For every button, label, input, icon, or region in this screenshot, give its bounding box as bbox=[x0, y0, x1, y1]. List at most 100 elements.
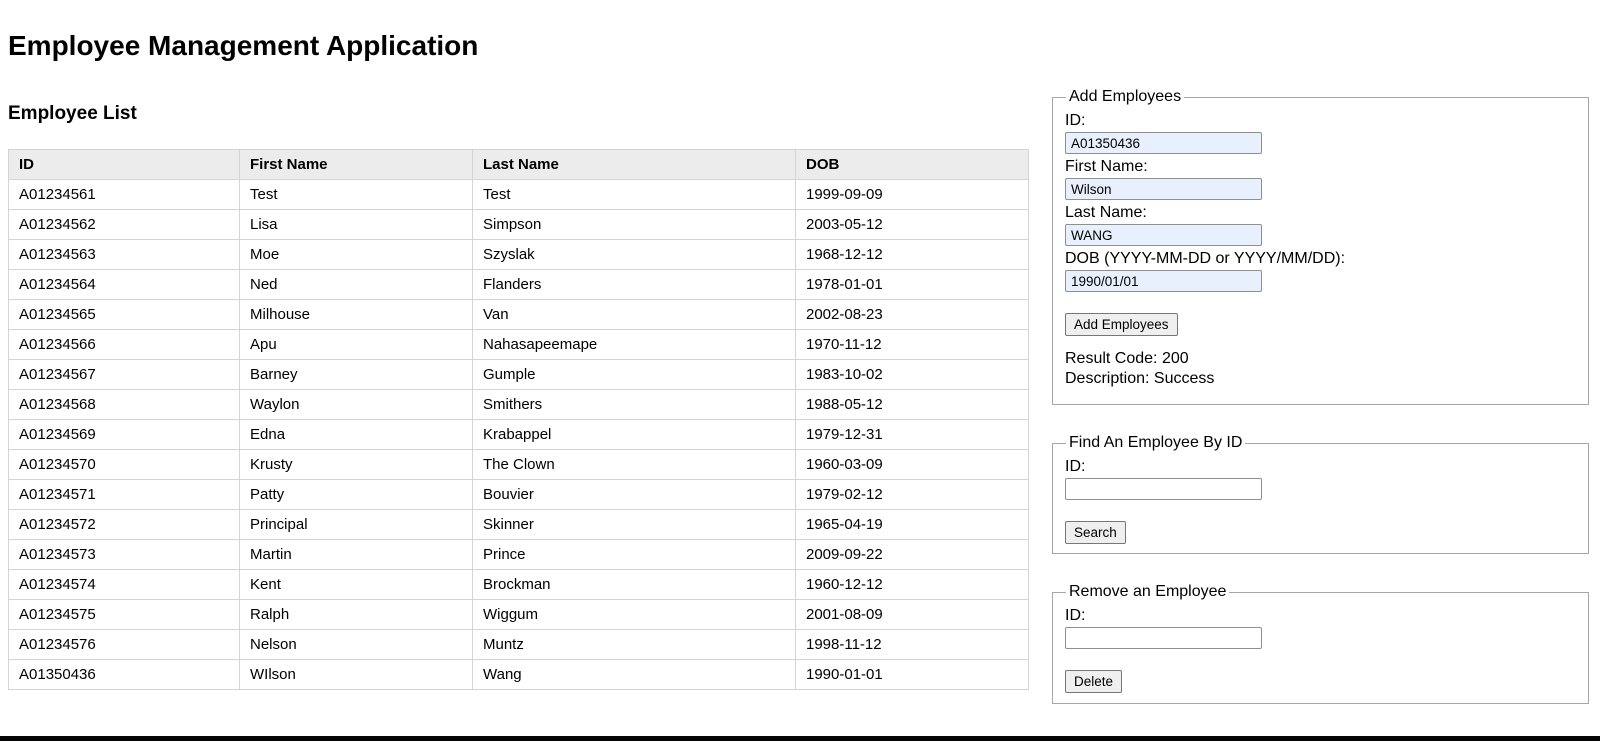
cell-last-name: Test bbox=[472, 179, 796, 210]
add-last-name-label: Last Name: bbox=[1065, 204, 1147, 221]
cell-last-name: Brockman bbox=[472, 569, 796, 600]
result-code-text: Result Code: 200 bbox=[1065, 350, 1189, 367]
table-row: A01234574 Kent Brockman 1960-12-12 bbox=[8, 569, 1029, 600]
add-employees-legend: Add Employees bbox=[1069, 88, 1182, 105]
add-employees-button[interactable]: Add Employees bbox=[1065, 313, 1178, 336]
cell-dob: 1979-02-12 bbox=[795, 479, 1029, 510]
find-id-label: ID: bbox=[1065, 458, 1086, 475]
employee-table-body: A01234561 Test Test 1999-09-09 A01234562… bbox=[8, 179, 1029, 690]
page: Employee Management Application Employee… bbox=[0, 0, 1600, 751]
cell-dob: 1960-12-12 bbox=[795, 569, 1029, 600]
cell-last-name: Simpson bbox=[472, 209, 796, 240]
cell-id: A01234568 bbox=[8, 389, 240, 420]
add-id-input[interactable] bbox=[1065, 132, 1262, 154]
cell-last-name: Van bbox=[472, 299, 796, 330]
cell-first-name: Martin bbox=[239, 539, 473, 570]
cell-dob: 1970-11-12 bbox=[795, 329, 1029, 360]
add-id-label: ID: bbox=[1065, 112, 1086, 129]
table-row: A01234573 Martin Prince 2009-09-22 bbox=[8, 539, 1029, 570]
find-employee-panel: Find An Employee By ID ID: Search bbox=[1052, 434, 1589, 554]
remove-employee-legend: Remove an Employee bbox=[1069, 583, 1227, 600]
cell-dob: 1999-09-09 bbox=[795, 179, 1029, 210]
table-row: A01234570 Krusty The Clown 1960-03-09 bbox=[8, 449, 1029, 480]
cell-first-name: Lisa bbox=[239, 209, 473, 240]
table-row: A01234571 Patty Bouvier 1979-02-12 bbox=[8, 479, 1029, 510]
cell-id: A01234567 bbox=[8, 359, 240, 390]
cell-id: A01234571 bbox=[8, 479, 240, 510]
find-button-row: Search bbox=[1065, 521, 1576, 544]
cell-id: A01234573 bbox=[8, 539, 240, 570]
employee-table: ID First Name Last Name DOB A01234561 Te… bbox=[8, 149, 1029, 690]
table-header-row: ID First Name Last Name DOB bbox=[8, 149, 1029, 180]
table-row: A01234576 Nelson Muntz 1998-11-12 bbox=[8, 629, 1029, 660]
add-employees-panel: Add Employees ID: First Name: Last Name:… bbox=[1052, 88, 1589, 405]
cell-last-name: Szyslak bbox=[472, 239, 796, 270]
cell-first-name: Milhouse bbox=[239, 299, 473, 330]
cell-first-name: Test bbox=[239, 179, 473, 210]
page-title: Employee Management Application bbox=[8, 30, 479, 61]
side-panels: Add Employees ID: First Name: Last Name:… bbox=[1052, 88, 1589, 733]
cell-first-name: Nelson bbox=[239, 629, 473, 660]
cell-dob: 1978-01-01 bbox=[795, 269, 1029, 300]
cell-last-name: Bouvier bbox=[472, 479, 796, 510]
bottom-border-bar bbox=[0, 736, 1600, 741]
table-row: A01234575 Ralph Wiggum 2001-08-09 bbox=[8, 599, 1029, 630]
cell-first-name: Ned bbox=[239, 269, 473, 300]
add-last-name-input[interactable] bbox=[1065, 224, 1262, 246]
cell-first-name: Moe bbox=[239, 239, 473, 270]
cell-first-name: Principal bbox=[239, 509, 473, 540]
table-row: A01350436 WIlson Wang 1990-01-01 bbox=[8, 659, 1029, 690]
table-row: A01234565 Milhouse Van 2002-08-23 bbox=[8, 299, 1029, 330]
cell-first-name: Waylon bbox=[239, 389, 473, 420]
find-id-input[interactable] bbox=[1065, 478, 1262, 500]
cell-id: A01350436 bbox=[8, 659, 240, 690]
table-row: A01234564 Ned Flanders 1978-01-01 bbox=[8, 269, 1029, 300]
cell-dob: 2003-05-12 bbox=[795, 209, 1029, 240]
remove-id-input[interactable] bbox=[1065, 627, 1262, 649]
cell-dob: 1990-01-01 bbox=[795, 659, 1029, 690]
cell-dob: 1983-10-02 bbox=[795, 359, 1029, 390]
cell-id: A01234563 bbox=[8, 239, 240, 270]
search-button[interactable]: Search bbox=[1065, 521, 1126, 544]
cell-id: A01234569 bbox=[8, 419, 240, 450]
cell-first-name: Kent bbox=[239, 569, 473, 600]
cell-dob: 1960-03-09 bbox=[795, 449, 1029, 480]
column-header-last-name: Last Name bbox=[472, 149, 796, 180]
cell-id: A01234575 bbox=[8, 599, 240, 630]
table-row: A01234572 Principal Skinner 1965-04-19 bbox=[8, 509, 1029, 540]
delete-button[interactable]: Delete bbox=[1065, 670, 1123, 693]
cell-first-name: Ralph bbox=[239, 599, 473, 630]
cell-id: A01234562 bbox=[8, 209, 240, 240]
cell-id: A01234574 bbox=[8, 569, 240, 600]
cell-dob: 1965-04-19 bbox=[795, 509, 1029, 540]
cell-first-name: Barney bbox=[239, 359, 473, 390]
cell-last-name: Muntz bbox=[472, 629, 796, 660]
cell-first-name: Patty bbox=[239, 479, 473, 510]
cell-id: A01234572 bbox=[8, 509, 240, 540]
remove-id-label: ID: bbox=[1065, 607, 1086, 624]
remove-employee-panel: Remove an Employee ID: Delete bbox=[1052, 583, 1589, 704]
add-first-name-label: First Name: bbox=[1065, 158, 1148, 175]
table-row: A01234563 Moe Szyslak 1968-12-12 bbox=[8, 239, 1029, 270]
cell-dob: 1988-05-12 bbox=[795, 389, 1029, 420]
table-row: A01234562 Lisa Simpson 2003-05-12 bbox=[8, 209, 1029, 240]
table-row: A01234561 Test Test 1999-09-09 bbox=[8, 179, 1029, 210]
cell-dob: 2009-09-22 bbox=[795, 539, 1029, 570]
cell-id: A01234576 bbox=[8, 629, 240, 660]
add-button-row: Add Employees bbox=[1065, 313, 1576, 336]
table-row: A01234569 Edna Krabappel 1979-12-31 bbox=[8, 419, 1029, 450]
table-row: A01234568 Waylon Smithers 1988-05-12 bbox=[8, 389, 1029, 420]
add-first-name-input[interactable] bbox=[1065, 178, 1262, 200]
cell-id: A01234566 bbox=[8, 329, 240, 360]
add-dob-input[interactable] bbox=[1065, 270, 1262, 292]
cell-dob: 2001-08-09 bbox=[795, 599, 1029, 630]
add-dob-label: DOB (YYYY-MM-DD or YYYY/MM/DD): bbox=[1065, 250, 1346, 267]
cell-last-name: Skinner bbox=[472, 509, 796, 540]
cell-first-name: Edna bbox=[239, 419, 473, 450]
cell-dob: 1968-12-12 bbox=[795, 239, 1029, 270]
table-row: A01234567 Barney Gumple 1983-10-02 bbox=[8, 359, 1029, 390]
column-header-id: ID bbox=[8, 149, 240, 180]
cell-last-name: Nahasapeemape bbox=[472, 329, 796, 360]
cell-dob: 1998-11-12 bbox=[795, 629, 1029, 660]
column-header-dob: DOB bbox=[795, 149, 1029, 180]
